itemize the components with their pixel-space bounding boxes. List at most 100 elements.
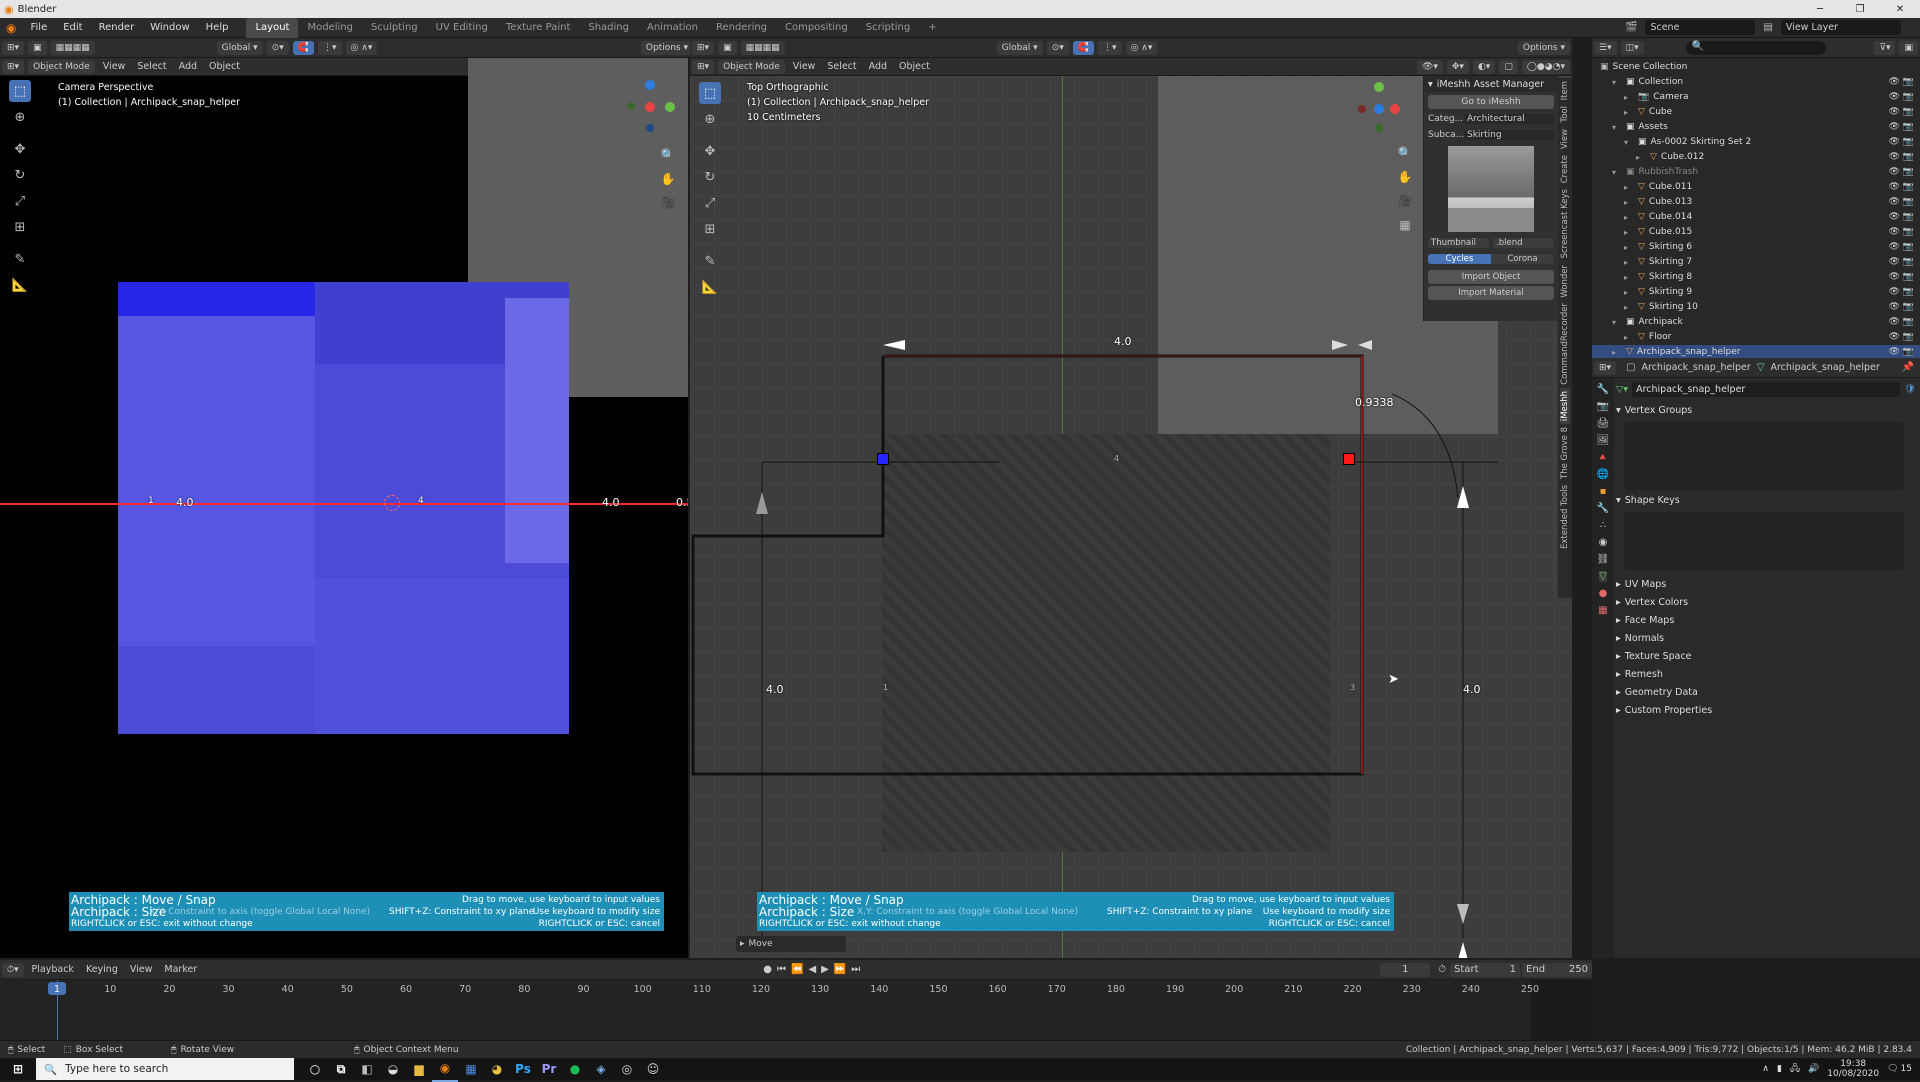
premiere-icon[interactable]: Pr [536,1056,562,1082]
snap-toggle[interactable]: 🧲 [292,40,314,55]
rotate-tool-icon[interactable]: ↻ [9,164,31,186]
visibility-toggle-icon[interactable]: 👁 📷 [1889,330,1915,345]
timeline-track[interactable]: 1 10 20 30 40 50 60 70 80 90 100 110 120 130 140 150 160… [0,980,1592,1049]
zoom-icon[interactable]: 🔍 [659,146,677,164]
menu-window[interactable]: Window [142,18,197,38]
camera-view-icon[interactable]: 🎥 [659,194,677,212]
expand-chevron-icon[interactable]: ▸ [1624,90,1634,105]
right-3d-viewport[interactable]: ⊞▾ ▣ ▦▦▦▦ Global ▾ ⊙▾ 🧲 ⋮▾ ◎ ∧▾ Options … [690,38,1572,958]
expand-chevron-icon[interactable]: ▸ [1624,210,1634,225]
right-gizmo-y-icon[interactable] [1374,82,1384,92]
view-layer-tab-icon[interactable]: 🖼 [1597,435,1610,446]
pin-icon[interactable]: 📌 [1902,362,1914,373]
add-workspace-button[interactable]: + [919,18,945,38]
select-box-tool[interactable]: ▣ [28,40,47,55]
outliner-filter-icon[interactable]: ⊽▾ [1874,40,1896,55]
expand-chevron-icon[interactable]: ▸ [1624,300,1634,315]
expand-chevron-icon[interactable]: ▸ [1636,150,1646,165]
visibility-toggle-icon[interactable]: 👁 📷 [1889,75,1915,90]
app-icon-3[interactable]: ◈ [588,1056,614,1082]
visibility-toggle-icon[interactable]: 👁 📷 [1889,120,1915,135]
tab-view[interactable]: View [1560,126,1570,152]
right-annotate-tool-icon[interactable]: ✎ [699,250,721,272]
jump-start-icon[interactable]: ⏮ [777,964,786,975]
right-pan-hand-icon[interactable]: ✋ [1396,168,1414,186]
visibility-toggle-icon[interactable]: 👁 📷 [1889,240,1915,255]
output-tab-icon[interactable]: 🖨 [1597,418,1610,429]
taskbar-search-box[interactable]: 🔍 Type here to search [36,1058,294,1080]
close-icon[interactable]: ✕ [1880,4,1920,15]
expand-chevron-icon[interactable]: ▸ [1624,180,1634,195]
prev-key-icon[interactable]: ⏪ [791,964,803,975]
move-tool-icon[interactable]: ✥ [9,138,31,160]
timeline-menu-view[interactable]: View [124,964,159,975]
expand-chevron-icon[interactable]: ▾ [1612,315,1622,330]
expand-chevron-icon[interactable]: ▾ [1612,165,1622,180]
timeline-menu-marker[interactable]: Marker [158,964,203,975]
expand-chevron-icon[interactable]: ▸ [1624,330,1634,345]
select-mode-buttons[interactable]: ▦▦▦▦ [50,40,95,55]
outliner-row[interactable]: ▸ ▽ Cube 👁 📷 [1592,105,1920,120]
tab-wonder[interactable]: Wonder [1560,262,1570,301]
gizmo-y-icon[interactable] [665,102,675,112]
new-collection-icon[interactable]: ▣ [1899,40,1918,55]
annotate-tool-icon[interactable]: ✎ [9,248,31,270]
pivot-icon[interactable]: ⊙▾ [266,40,289,55]
select-tool-icon[interactable]: ⬚ [9,80,31,102]
jump-end-icon[interactable]: ⏭ [851,964,860,975]
view-layer-selector[interactable]: View Layer [1780,20,1901,35]
section-closed[interactable]: ▸ Face Maps [1616,612,1916,630]
expand-chevron-icon[interactable]: ▸ [1624,240,1634,255]
outliner-row[interactable]: ▸ ▽ Cube.015 👁 📷 [1592,225,1920,240]
options-dropdown[interactable]: Options ▾ [640,40,693,55]
visibility-toggle-icon[interactable]: 👁 📷 [1889,90,1915,105]
restore-icon[interactable]: ❐ [1840,4,1880,15]
timeline-menu-playback[interactable]: Playback [26,964,80,975]
outliner-row[interactable]: ▸ ▽ Cube.011 👁 📷 [1592,180,1920,195]
menu-help[interactable]: Help [198,18,237,38]
left-menu-add[interactable]: Add [173,61,203,72]
app-icon-2[interactable]: ◒ [380,1056,406,1082]
outliner-row[interactable]: ▸ ▽ Cube.014 👁 📷 [1592,210,1920,225]
expand-chevron-icon[interactable]: ▸ [1624,255,1634,270]
timeline-editor-type[interactable]: ⏱▾ [2,962,24,977]
tab-create[interactable]: Create [1560,152,1570,186]
tab-grove[interactable]: The Grove 8 [1560,424,1570,482]
scale-tool-icon[interactable]: ⤢ [9,190,31,212]
outliner-row[interactable]: ▸ ▽ Skirting 10 👁 📷 [1592,300,1920,315]
physics-tab-icon[interactable]: ◉ [1599,537,1608,548]
next-key-icon[interactable]: ⏩ [834,964,846,975]
expand-chevron-icon[interactable]: ▸ [1624,285,1634,300]
section-vertex-groups[interactable]: ▾ Vertex Groups [1616,402,1916,420]
section-closed[interactable]: ▸ Vertex Colors [1616,594,1916,612]
visibility-toggle-icon[interactable]: 👁 📷 [1889,285,1915,300]
left-navigation-gizmo[interactable] [625,80,685,140]
end-frame-field[interactable]: End 250 [1522,962,1593,977]
texture-tab-icon[interactable]: ▦ [1598,605,1607,616]
right-camera-view-icon[interactable]: 🎥 [1396,192,1414,210]
record-icon[interactable]: ● [763,964,772,975]
tray-clock[interactable]: 19:38 10/08/2020 [1827,1059,1879,1079]
subcategory-dropdown[interactable]: Skirting [1464,130,1554,140]
visibility-toggle-icon[interactable]: 👁 📷 [1889,300,1915,315]
outliner-row[interactable]: ▸ ▽ Floor 👁 📷 [1592,330,1920,345]
tab-sculpting[interactable]: Sculpting [362,18,427,38]
tab-animation[interactable]: Animation [638,18,707,38]
proportional-edit[interactable]: ◎ ∧▾ [345,40,378,55]
network-icon[interactable]: 🖧 [1790,1061,1800,1077]
outliner-row[interactable]: ▾ ▣ Assets 👁 📷 [1592,120,1920,135]
expand-chevron-icon[interactable]: ▸ [1624,195,1634,210]
outliner-display-mode[interactable]: ◫▾ [1620,40,1644,55]
calculator-icon[interactable]: ▦ [458,1056,484,1082]
menu-render[interactable]: Render [91,18,143,38]
minimize-icon[interactable]: ─ [1800,4,1840,15]
import-material-button[interactable]: Import Material [1428,286,1554,300]
outliner-row[interactable]: ▾ ▣ Collection 👁 📷 [1592,75,1920,90]
render-tab-icon[interactable]: 📷 [1597,401,1609,412]
goto-imeshh-button[interactable]: Go to iMeshh [1428,95,1554,109]
scene-tab-icon[interactable]: 🔺 [1597,452,1609,463]
preview-range-icon[interactable]: ⏱ [1438,964,1446,975]
app-icon-5[interactable]: ☺ [640,1056,666,1082]
section-closed[interactable]: ▸ Normals [1616,630,1916,648]
expand-chevron-icon[interactable]: ▾ [1612,120,1622,135]
